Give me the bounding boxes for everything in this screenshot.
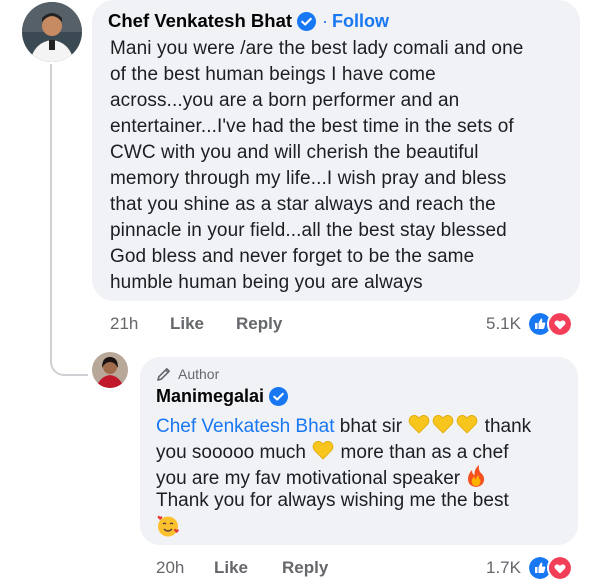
reply-timestamp[interactable]: 20h: [156, 558, 184, 578]
thread-connector-line: [50, 64, 88, 376]
mention-link[interactable]: Chef Venkatesh Bhat: [156, 416, 335, 438]
like-button[interactable]: Like: [170, 314, 204, 334]
follow-button[interactable]: Follow: [332, 11, 389, 32]
reply-text-line: [156, 514, 180, 544]
reaction-count: 5.1K: [486, 314, 521, 333]
reaction-summary[interactable]: 5.1K: [486, 311, 573, 337]
reaction-summary[interactable]: 1.7K: [486, 555, 573, 581]
comment-text-line: of the best human beings I have come: [110, 64, 436, 85]
reply-header: Manimegalai: [156, 386, 289, 407]
reply-button[interactable]: Reply: [282, 558, 328, 578]
comment-text-line: entertainer...I've had the best time in …: [110, 116, 514, 137]
avatar[interactable]: [92, 352, 128, 388]
love-icon: [546, 311, 573, 337]
reply-text-segment: bhat sir: [334, 416, 408, 437]
verified-badge-icon: [269, 387, 289, 406]
comment-text-line: memory through my life...I wish pray and…: [110, 168, 507, 189]
reply-author-name[interactable]: Manimegalai: [156, 386, 264, 407]
reply-text-segment: thank: [479, 416, 532, 437]
comment-text-line: across...you are a born performer and an: [110, 90, 460, 111]
comment-author-name[interactable]: Chef Venkatesh Bhat: [108, 10, 292, 32]
comment-text-line: Mani you were /are the best lady comali …: [110, 38, 524, 59]
reply-text-segment: Thank you for always wishing me the best: [156, 490, 509, 511]
comment-text-line: humble human being you are always: [110, 272, 423, 293]
author-badge-label: Author: [178, 366, 220, 382]
comment-text-line: God bless and never forget to be the sam…: [110, 246, 475, 267]
comment-text-line: CWC with you and will cherish the beauti…: [110, 142, 479, 163]
reply-text-segment: you sooooo much: [156, 442, 312, 463]
verified-badge-icon: [297, 11, 317, 31]
comment-text-line: that you shine as a star always and reac…: [110, 194, 496, 215]
reply-button[interactable]: Reply: [236, 314, 282, 334]
reaction-count: 1.7K: [486, 558, 521, 577]
like-button[interactable]: Like: [214, 558, 248, 578]
smiling-face-with-hearts-icon: [156, 514, 180, 544]
avatar[interactable]: [22, 2, 82, 62]
reply-text-segment: you are my fav motivational speaker: [156, 468, 466, 489]
pencil-icon: [157, 368, 170, 381]
reply-text-segment: more than as a chef: [335, 442, 509, 463]
reply-text-line: Thank you for always wishing me the best: [156, 490, 509, 512]
comment-timestamp[interactable]: 21h: [110, 314, 138, 334]
comment-header: Chef Venkatesh Bhat · Follow: [108, 10, 389, 32]
comment-text-line: pinnacle in your field...all the best st…: [110, 220, 507, 241]
separator-dot: ·: [322, 10, 329, 31]
love-icon: [546, 555, 573, 581]
author-badge: Author: [156, 366, 219, 382]
